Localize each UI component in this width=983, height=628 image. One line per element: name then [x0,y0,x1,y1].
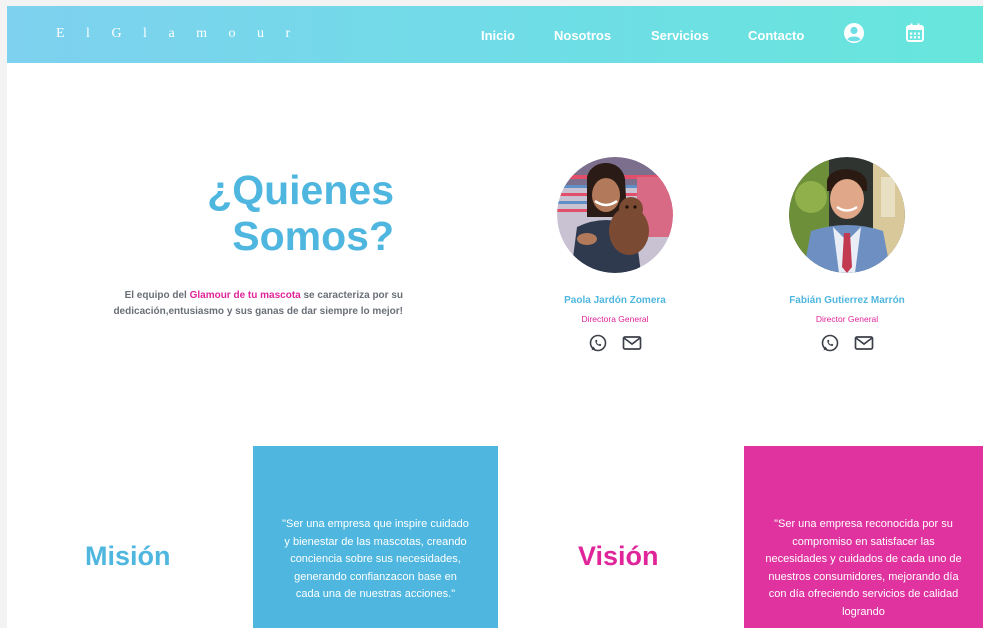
nav-link-inicio[interactable]: Inicio [481,28,515,43]
user-circle-icon[interactable] [843,22,865,44]
mission-text: "Ser una empresa que inspire cuidado y b… [282,518,469,600]
nav-link-contacto[interactable]: Contacto [748,28,804,43]
team-member-card: Fabián Gutierrez Marrón Director General [747,157,947,353]
contact-icons [515,333,715,353]
mail-icon[interactable] [621,333,643,353]
whatsapp-icon[interactable] [587,333,609,353]
hero-description-pre: El equipo del [124,290,190,301]
whatsapp-icon[interactable] [819,333,841,353]
team-member-name: Fabián Gutierrez Marrón [789,295,905,306]
team-member-role: Directora General [581,314,649,324]
page-title-line1: ¿Quienes [207,167,394,213]
team-member-role: Director General [815,314,879,324]
nav-link-servicios[interactable]: Servicios [651,28,709,43]
avatar-photo [557,157,673,273]
team-member-name: Paola Jardón Zomera [564,295,666,306]
mission-box: "Ser una empresa que inspire cuidado y b… [253,446,498,628]
contact-icons [747,333,947,353]
nav-link-nosotros[interactable]: Nosotros [554,28,611,43]
navbar: E l G l a m o u r Inicio Nosotros Servic… [7,6,983,63]
team-member-card: Paola Jardón Zomera Directora General [515,157,715,353]
brand-logo[interactable]: E l G l a m o u r [56,26,299,42]
page-title-line2: Somos? [232,213,394,259]
page-title: ¿Quienes Somos? [207,167,394,259]
hero-description: El equipo del Glamour de tu mascota se c… [67,288,403,320]
page: E l G l a m o u r Inicio Nosotros Servic… [7,6,983,628]
calendar-icon[interactable] [904,22,926,44]
vision-box: "Ser una empresa reconocida por su compr… [744,446,983,628]
mission-heading: Misión [85,541,171,571]
vision-heading: Visión [578,541,659,571]
mail-icon[interactable] [853,333,875,353]
vision-text: "Ser una empresa reconocida por su compr… [765,518,962,618]
hero-description-highlight: Glamour de tu mascota [189,290,301,301]
avatar-photo [789,157,905,273]
